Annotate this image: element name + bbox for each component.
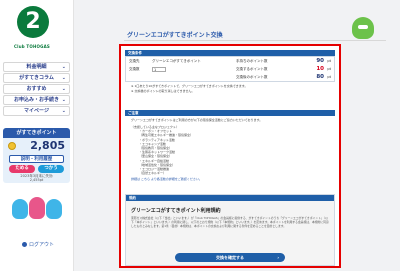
divider (124, 40, 386, 41)
mascot-blue (46, 199, 62, 219)
form-row-quantity: 交換数 1 交換するポイント数 10 pt (126, 65, 334, 73)
remaining-points-value: 80 (316, 74, 324, 80)
terms-header: 規約 (126, 195, 334, 201)
current-points-unit: pt (327, 59, 331, 63)
remaining-points-unit: pt (327, 75, 331, 79)
points-history-button[interactable]: 説明・利用履歴 (9, 155, 64, 163)
current-points-value: 90 (316, 58, 324, 64)
terms-panel: 規約 グリーンエコがすてきポイント利用規約 東邦ガス株式会社（以下「当社」といい… (125, 194, 335, 266)
note-line: ※ 交換後のポイントの取り消しはできません。 (131, 89, 195, 93)
sidebar: 2 Club TOHOGAS 料金明細 ⌄ がすてきコラム ⌄ おすすめ ⌄ お申込み… (0, 0, 74, 271)
chevron-down-icon: ⌄ (61, 64, 66, 70)
highlight-frame: 交換条件 交換先 グリーンエコがすてきポイント 手持ちのポイント数 90 pt … (119, 44, 341, 268)
details-link[interactable]: 詳細は こちら より各活動の詳細をご確認ください。 (125, 175, 335, 184)
project-list: 〈支援している主なプロジェクト〉 ・カーボン・オフセット （再生可能エネルギー推… (125, 125, 335, 175)
brand-name: Club TOHOGAS (14, 44, 50, 49)
nav-item-label: おすすめ (26, 86, 47, 92)
points-header: がすてきポイント (3, 128, 70, 138)
sidebar-nav: 料金明細 ⌄ がすてきコラム ⌄ おすすめ ⌄ お申込み・お手続き ⌄ マイページ ⌄ (3, 62, 70, 117)
confirm-exchange-button[interactable]: 交換を確定する › (175, 253, 285, 262)
mascot-illustration (10, 195, 64, 223)
chevron-down-icon: ⌄ (61, 75, 66, 81)
chevron-down-icon: ⌄ (61, 86, 66, 92)
use-points-button[interactable]: つかう (38, 165, 64, 173)
points-expire-amount: 2,455pt (29, 178, 44, 182)
info-panel: ご注意 グリーンエコがすてきポイントはご利用の方が以下の環境保全活動にご協力いた… (125, 110, 335, 185)
nav-item-label: がすてきコラム (19, 75, 54, 81)
page-title: グリーンエコがすてきポイント交換 (127, 32, 223, 39)
form-row-remaining: 交換後のポイント数 80 pt (126, 73, 334, 81)
green-mascot-icon (352, 17, 374, 39)
form-row-destination: 交換先 グリーンエコがすてきポイント 手持ちのポイント数 90 pt (126, 57, 334, 65)
coin-icon (8, 142, 16, 150)
logout-label: ログアウト (29, 242, 55, 248)
destination-value: グリーンエコがすてきポイント (152, 59, 201, 63)
nav-item-label: 料金明細 (26, 64, 47, 70)
info-text: グリーンエコがすてきポイントはご利用の方が以下の環境保全活動にご協力いただいてお… (131, 118, 263, 122)
nav-item-label: マイページ (24, 108, 49, 114)
destination-label: 交換先 (129, 59, 140, 63)
chevron-down-icon: ⌄ (61, 97, 66, 103)
current-points-label: 手持ちのポイント数 (236, 59, 268, 63)
confirm-exchange-label: 交換を確定する (216, 255, 244, 260)
chevron-down-icon: ⌄ (61, 108, 66, 114)
save-points-button[interactable]: ためる (9, 165, 35, 173)
form-body: 交換先 グリーンエコがすてきポイント 手持ちのポイント数 90 pt 交換数 1… (125, 56, 335, 82)
nav-item-column[interactable]: がすてきコラム ⌄ (3, 73, 70, 83)
points-row: 2,805 (3, 138, 70, 154)
exchange-points-unit: pt (327, 67, 331, 71)
quantity-label: 交換数 (129, 67, 140, 71)
points-value: 2,805 (30, 139, 65, 152)
nav-item-mypage[interactable]: マイページ ⌄ (3, 106, 70, 116)
nav-item-label: お申込み・お手続き (13, 97, 59, 103)
form-notes: ※ 1口あたり10がすてきポイントで、グリーンエコがすてきポイントを交換できます… (125, 82, 335, 96)
nav-item-bill[interactable]: 料金明細 ⌄ (3, 62, 70, 72)
brand-logo[interactable]: 2 Club TOHOGAS (0, 0, 74, 58)
mascot-blue (12, 199, 28, 219)
nav-item-procedures[interactable]: お申込み・お手続き ⌄ (3, 95, 70, 105)
terms-title: グリーンエコがすてきポイント利用規約 (131, 208, 221, 214)
points-actions: ためる つかう (9, 165, 64, 173)
logout-link[interactable]: ログアウト (22, 241, 54, 248)
chevron-right-icon: › (277, 255, 279, 260)
points-widget: がすてきポイント 2,805 説明・利用履歴 ためる つかう 2023年3月末に… (3, 128, 70, 183)
logout-icon (22, 242, 27, 247)
mascot-pink (29, 197, 45, 219)
brand-number: 2 (17, 6, 49, 38)
exchange-points-value: 10 (316, 66, 324, 72)
exchange-form: 交換条件 交換先 グリーンエコがすてきポイント 手持ちのポイント数 90 pt … (125, 50, 335, 96)
remaining-points-label: 交換後のポイント数 (236, 75, 268, 79)
nav-item-recommend[interactable]: おすすめ ⌄ (3, 84, 70, 94)
exchange-points-label: 交換するポイント数 (236, 67, 268, 71)
quantity-input[interactable]: 1 (152, 66, 166, 72)
terms-body[interactable]: 東邦ガス株式会社（以下「当社」といいます。）が「Club TOHOGAS」の会員… (131, 216, 329, 229)
